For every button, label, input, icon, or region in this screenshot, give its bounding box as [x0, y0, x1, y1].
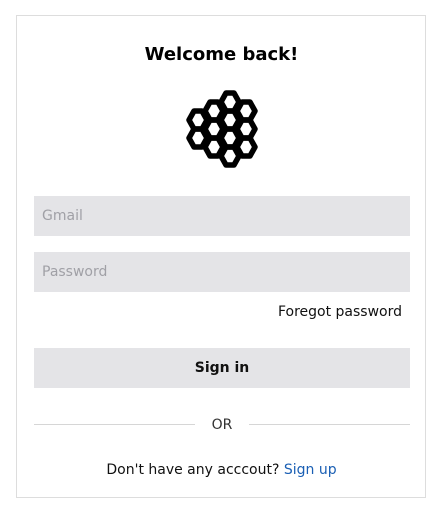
- hexagon-cell: [218, 144, 242, 168]
- or-divider-label: OR: [211, 417, 233, 433]
- password-input[interactable]: [34, 252, 410, 292]
- sign-in-button[interactable]: Sign in: [34, 348, 410, 388]
- honeycomb-icon: [186, 90, 258, 168]
- gmail-input[interactable]: [34, 196, 410, 236]
- divider-line-right: [249, 424, 410, 425]
- signup-row: Don't have any acccout? Sign up: [0, 460, 443, 480]
- forgot-password-link[interactable]: Foregot password: [278, 302, 402, 322]
- page-title: Welcome back!: [144, 44, 299, 65]
- divider-line-left: [34, 424, 195, 425]
- signup-prompt: Don't have any acccout?: [106, 462, 280, 478]
- sign-up-link[interactable]: Sign up: [284, 462, 337, 478]
